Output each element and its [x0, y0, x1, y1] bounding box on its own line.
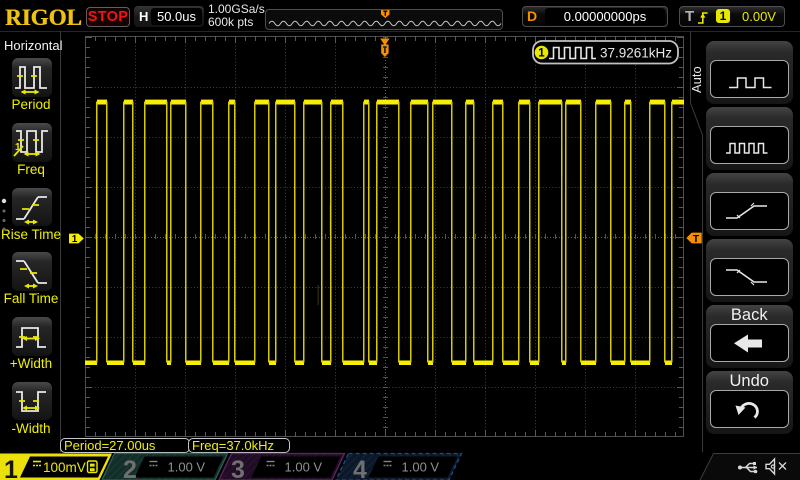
svg-text:1.00 V: 1.00 V: [168, 460, 206, 475]
svg-text:1.00 V: 1.00 V: [402, 460, 440, 475]
svg-text:100mV: 100mV: [43, 460, 86, 475]
svg-text:1.00 V: 1.00 V: [285, 460, 323, 475]
